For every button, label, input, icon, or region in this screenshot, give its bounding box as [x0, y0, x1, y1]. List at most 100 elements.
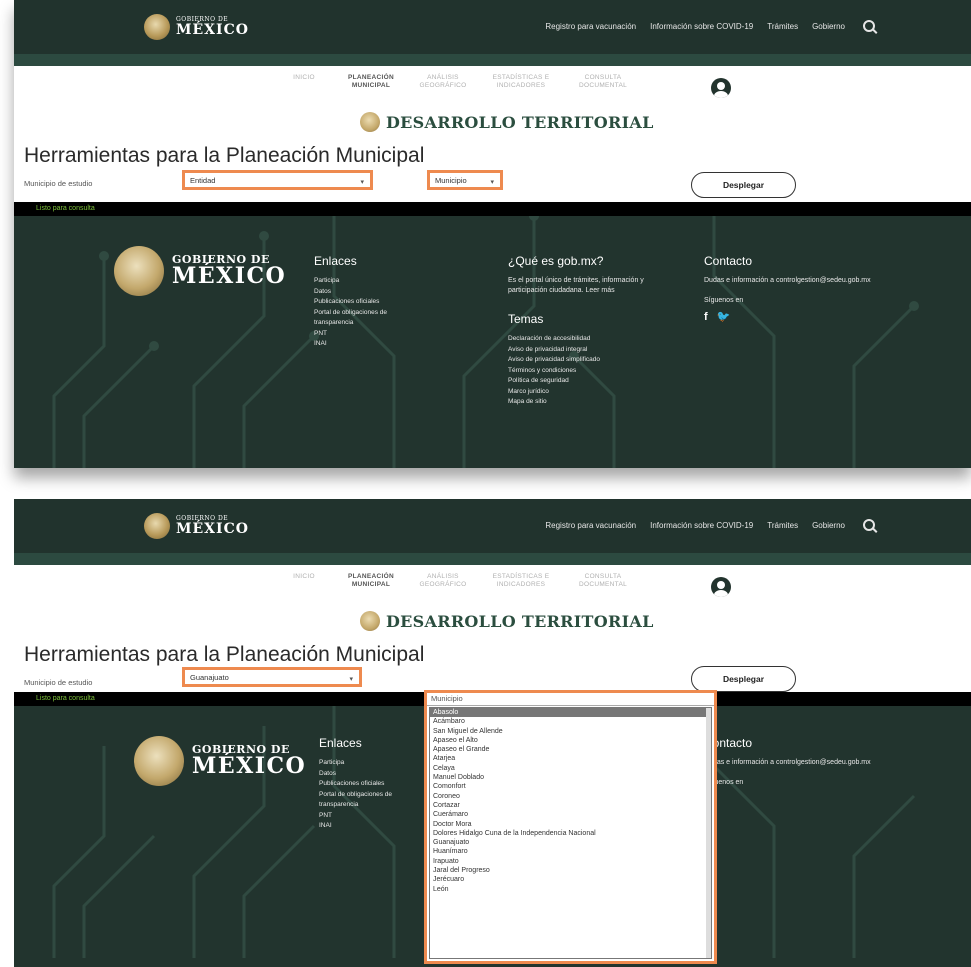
dropdown-option[interactable]: Apaseo el Grande — [430, 745, 711, 754]
footer-link-inai[interactable]: INAI — [314, 339, 424, 350]
municipio-estudio-label: Municipio de estudio — [24, 678, 93, 687]
footer-tema-item[interactable]: Política de seguridad — [508, 376, 658, 387]
footer-enlaces-column: Enlaces Participa Datos Publicaciones of… — [319, 736, 419, 832]
nav-informacion-covid[interactable]: Información sobre COVID-19 — [650, 22, 753, 31]
logo-big-text: MÉXICO — [176, 22, 249, 38]
status-bar: Listo para consulta — [14, 202, 971, 216]
gobierno-logo[interactable]: GOBIERNO DE MÉXICO — [144, 511, 249, 541]
footer-link-transparencia[interactable]: Portal de obligaciones de transparencia — [314, 308, 424, 329]
top-nav-links: Registro para vacunación Información sob… — [545, 20, 875, 32]
dropdown-option[interactable]: Cortazar — [430, 801, 711, 810]
municipio-options-list[interactable]: Abasolo Acámbaro San Miguel de Allende A… — [429, 707, 712, 959]
municipio-estudio-label: Municipio de estudio — [24, 179, 93, 188]
footer-link-participa[interactable]: Participa — [314, 276, 424, 287]
screenshot-1: GOBIERNO DE MÉXICO Registro para vacunac… — [14, 0, 971, 468]
chevron-down-icon: ▾ — [490, 179, 494, 186]
dropdown-option[interactable]: Jerécuaro — [430, 875, 711, 884]
dropdown-option[interactable]: Dolores Hidalgo Cuna de la Independencia… — [430, 829, 711, 838]
nav-informacion-covid[interactable]: Información sobre COVID-19 — [650, 521, 753, 530]
page-title: Herramientas para la Planeación Municipa… — [24, 144, 425, 167]
footer-tema-item[interactable]: Marco jurídico — [508, 387, 658, 398]
footer-que-es-column: ¿Qué es gob.mx? Es el portal único de tr… — [508, 254, 658, 408]
dropdown-option[interactable]: Huanímaro — [430, 847, 711, 856]
footer-link-publicaciones[interactable]: Publicaciones oficiales — [314, 297, 424, 308]
dropdown-option[interactable]: Comonfort — [430, 782, 711, 791]
footer-tema-item[interactable]: Términos y condiciones — [508, 366, 658, 377]
tab-estadisticas-indicadores[interactable]: ESTADÍSTICAS E INDICADORES — [490, 74, 552, 91]
contacto-title: Contacto — [704, 736, 753, 750]
tab-estadisticas-indicadores[interactable]: ESTADÍSTICAS E INDICADORES — [490, 573, 552, 590]
siguenos-label: Síguenos en — [704, 297, 744, 304]
contacto-text: Dudas e información a controlgestion@sed… — [704, 277, 871, 284]
nav-registro-vacunacion[interactable]: Registro para vacunación — [545, 22, 636, 31]
desplegar-button[interactable]: Desplegar — [691, 172, 796, 198]
dropdown-option[interactable]: Doctor Mora — [430, 820, 711, 829]
dropdown-option[interactable]: Irapuato — [430, 857, 711, 866]
top-navbar: GOBIERNO DE MÉXICO Registro para vacunac… — [14, 0, 971, 54]
user-account-icon[interactable] — [711, 78, 731, 98]
tab-inicio[interactable]: INICIO — [284, 74, 324, 91]
screenshot-2: GOBIERNO DE MÉXICO Registro para vacunac… — [14, 499, 971, 967]
municipio-dropdown[interactable]: Municipio Abasolo Acámbaro San Miguel de… — [424, 690, 717, 964]
dropdown-option[interactable]: Cuerámaro — [430, 810, 711, 819]
municipio-select[interactable]: Municipio ▾ — [427, 170, 503, 190]
tab-analisis-geografico[interactable]: ANÁLISIS GEOGRÁFICO — [418, 74, 468, 91]
search-icon[interactable] — [863, 519, 875, 531]
dropdown-option[interactable]: Atarjea — [430, 754, 711, 763]
dropdown-option[interactable]: León — [430, 885, 711, 894]
footer-link-transparencia[interactable]: Portal de obligaciones de transparencia — [319, 790, 419, 811]
dropdown-option[interactable]: Guanajuato — [430, 838, 711, 847]
dropdown-option[interactable]: Celaya — [430, 764, 711, 773]
footer-link-participa[interactable]: Participa — [319, 758, 419, 769]
footer-contacto-column: Contacto Dudas e información a controlge… — [704, 254, 874, 323]
dropdown-option[interactable]: Abasolo — [430, 708, 711, 718]
dropdown-scrollbar[interactable] — [706, 708, 711, 958]
social-icons[interactable]: f 🐦 — [704, 310, 874, 323]
section-header: DESARROLLO TERRITORIAL — [360, 112, 654, 132]
footer-link-pnt[interactable]: PNT — [319, 811, 419, 822]
tab-analisis-geografico[interactable]: ANÁLISIS GEOGRÁFICO — [418, 573, 468, 590]
gobierno-logo[interactable]: GOBIERNO DE MÉXICO — [144, 12, 249, 42]
tab-consulta-documental[interactable]: CONSULTA DOCUMENTAL — [574, 74, 632, 91]
contacto-title: Contacto — [704, 254, 753, 268]
tab-planeacion-municipal[interactable]: PLANEACIÓN MUNICIPAL — [346, 74, 396, 91]
dropdown-option[interactable]: Coroneo — [430, 792, 711, 801]
que-es-title: ¿Qué es gob.mx? — [508, 254, 604, 268]
entidad-select[interactable]: Entidad ▾ — [182, 170, 373, 190]
nav-gobierno[interactable]: Gobierno — [812, 22, 845, 31]
footer-link-datos[interactable]: Datos — [319, 769, 419, 780]
dropdown-option[interactable]: Acámbaro — [430, 717, 711, 726]
page-title: Herramientas para la Planeación Municipa… — [24, 643, 425, 666]
dropdown-option[interactable]: Jaral del Progreso — [430, 866, 711, 875]
municipio-select-placeholder[interactable]: Municipio — [427, 693, 714, 706]
seal-icon — [114, 246, 164, 296]
footer-link-inai[interactable]: INAI — [319, 821, 419, 832]
enlaces-title: Enlaces — [319, 736, 362, 750]
footer-link-publicaciones[interactable]: Publicaciones oficiales — [319, 779, 419, 790]
footer-gobierno-logo[interactable]: GOBIERNO DE MÉXICO — [134, 736, 306, 786]
user-account-icon[interactable] — [711, 577, 731, 597]
footer-link-pnt[interactable]: PNT — [314, 329, 424, 340]
section-title: DESARROLLO TERRITORIAL — [386, 611, 654, 631]
tab-planeacion-municipal[interactable]: PLANEACIÓN MUNICIPAL — [346, 573, 396, 590]
footer-gobierno-logo[interactable]: GOBIERNO DE MÉXICO — [114, 246, 286, 296]
dropdown-option[interactable]: Manuel Doblado — [430, 773, 711, 782]
footer-tema-item[interactable]: Aviso de privacidad integral — [508, 345, 658, 356]
footer-logo-big-text: MÉXICO — [172, 263, 287, 290]
tab-inicio[interactable]: INICIO — [284, 573, 324, 590]
entidad-select[interactable]: Guanajuato ▾ — [182, 667, 362, 687]
footer-tema-item[interactable]: Declaración de accesibilidad — [508, 334, 658, 345]
footer-tema-item[interactable]: Aviso de privacidad simplificado — [508, 355, 658, 366]
tab-consulta-documental[interactable]: CONSULTA DOCUMENTAL — [574, 573, 632, 590]
nav-gobierno[interactable]: Gobierno — [812, 521, 845, 530]
search-icon[interactable] — [863, 20, 875, 32]
nav-registro-vacunacion[interactable]: Registro para vacunación — [545, 521, 636, 530]
footer-tema-item[interactable]: Mapa de sitio — [508, 397, 658, 408]
dropdown-option[interactable]: San Miguel de Allende — [430, 727, 711, 736]
desplegar-button[interactable]: Desplegar — [691, 666, 796, 692]
footer-link-datos[interactable]: Datos — [314, 287, 424, 298]
top-navbar: GOBIERNO DE MÉXICO Registro para vacunac… — [14, 499, 971, 553]
nav-tramites[interactable]: Trámites — [767, 22, 798, 31]
dropdown-option[interactable]: Apaseo el Alto — [430, 736, 711, 745]
nav-tramites[interactable]: Trámites — [767, 521, 798, 530]
